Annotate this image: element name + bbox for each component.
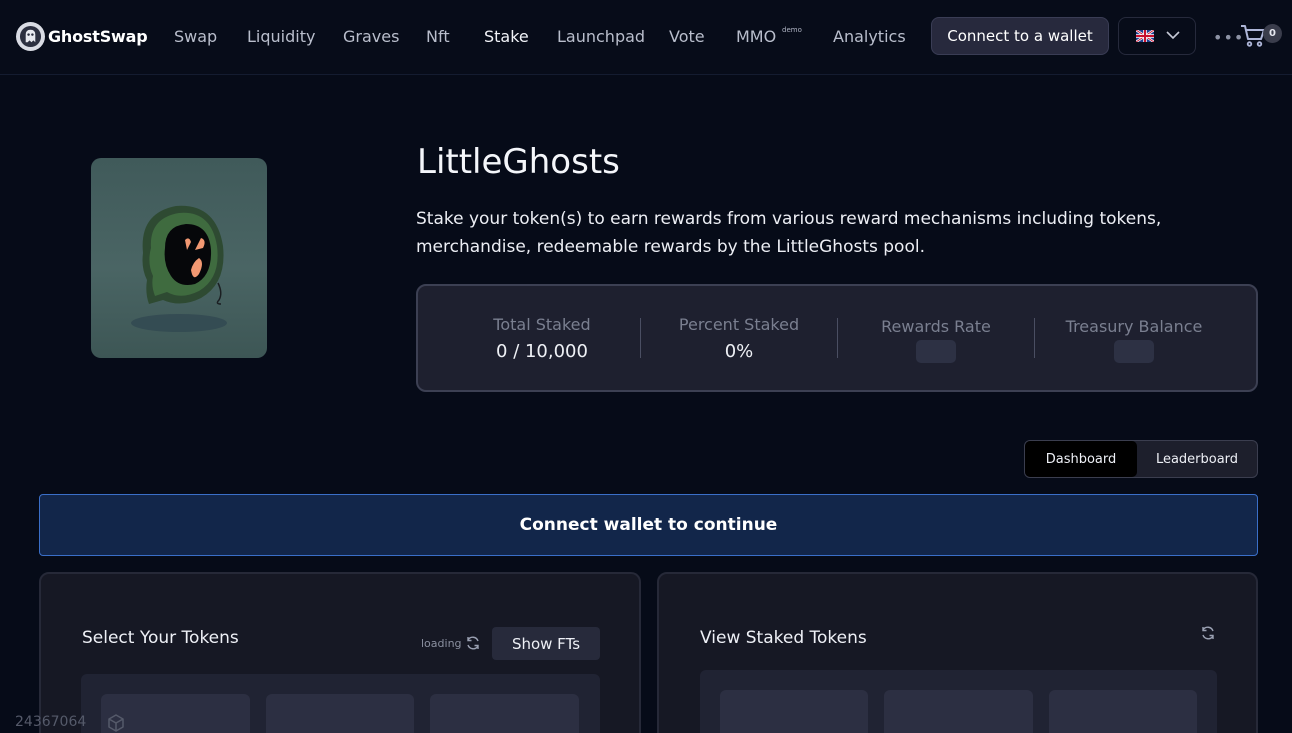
uk-flag-icon (1136, 30, 1154, 42)
tab-dashboard[interactable]: Dashboard (1025, 441, 1137, 477)
stat-divider (1034, 318, 1035, 358)
refresh-icon[interactable] (465, 635, 481, 651)
token-card-placeholder (1049, 690, 1197, 733)
token-card-placeholder (884, 690, 1033, 733)
brand-logo[interactable]: GhostSwap (16, 22, 148, 51)
demo-badge: demo (782, 26, 802, 34)
language-selector[interactable] (1118, 17, 1196, 55)
refresh-icon[interactable] (1200, 625, 1216, 641)
nav-nft[interactable]: Nft (426, 27, 450, 46)
staked-token-grid (700, 670, 1217, 733)
stat-total-staked: Total Staked 0 / 10,000 (462, 286, 622, 390)
panel-title: Select Your Tokens (82, 628, 239, 648)
nav-liquidity[interactable]: Liquidity (247, 27, 315, 46)
nav-stake[interactable]: Stake (484, 27, 529, 46)
block-number: 24367064 (15, 714, 87, 730)
stat-divider (640, 318, 641, 358)
stat-value: 0% (724, 341, 754, 362)
nav-swap[interactable]: Swap (174, 27, 217, 46)
loading-status: loading (421, 637, 462, 650)
stat-value-loading (1114, 340, 1154, 363)
pool-description: Stake your token(s) to earn rewards from… (416, 209, 1162, 257)
stat-label: Total Staked (493, 315, 591, 334)
show-fts-button[interactable]: Show FTs (492, 627, 600, 660)
stat-value-loading (916, 340, 956, 363)
tab-leaderboard[interactable]: Leaderboard (1137, 441, 1257, 477)
stat-value: 0 / 10,000 (496, 341, 588, 362)
stat-label: Rewards Rate (881, 317, 991, 336)
staked-tokens-panel: View Staked Tokens (657, 572, 1258, 733)
nav-mmo[interactable]: MMO (736, 27, 776, 46)
stat-label: Treasury Balance (1065, 317, 1203, 336)
nav-analytics[interactable]: Analytics (833, 27, 906, 46)
token-grid (81, 674, 600, 733)
top-navbar: GhostSwap Swap Liquidity Graves Nft Stak… (0, 0, 1292, 75)
connect-wallet-button[interactable]: Connect to a wallet (931, 17, 1109, 55)
stat-divider (837, 318, 838, 358)
token-card-placeholder (720, 690, 868, 733)
select-tokens-panel: Select Your Tokens loading Show FTs (39, 572, 641, 733)
pool-title: LittleGhosts (417, 142, 620, 182)
token-card-placeholder (430, 694, 579, 733)
cube-icon (108, 714, 124, 732)
cart-count-badge: 0 (1263, 24, 1282, 43)
cart-icon[interactable] (1240, 24, 1266, 48)
connect-wallet-banner[interactable]: Connect wallet to continue (39, 494, 1258, 556)
chevron-down-icon (1166, 31, 1180, 40)
nav-launchpad[interactable]: Launchpad (557, 27, 645, 46)
pool-stats-panel: Total Staked 0 / 10,000 Percent Staked 0… (416, 284, 1258, 392)
ghost-logo-icon (16, 22, 45, 51)
stat-rewards-rate: Rewards Rate (856, 286, 1016, 390)
nav-graves[interactable]: Graves (343, 27, 399, 46)
brand-name: GhostSwap (48, 27, 148, 46)
stat-treasury-balance: Treasury Balance (1054, 286, 1214, 390)
nav-vote[interactable]: Vote (669, 27, 705, 46)
stat-percent-staked: Percent Staked 0% (659, 286, 819, 390)
view-tabs: Dashboard Leaderboard (1024, 440, 1258, 478)
token-card-placeholder (266, 694, 414, 733)
stat-label: Percent Staked (678, 315, 800, 334)
panel-title: View Staked Tokens (700, 628, 867, 648)
pool-nft-image (91, 158, 267, 358)
